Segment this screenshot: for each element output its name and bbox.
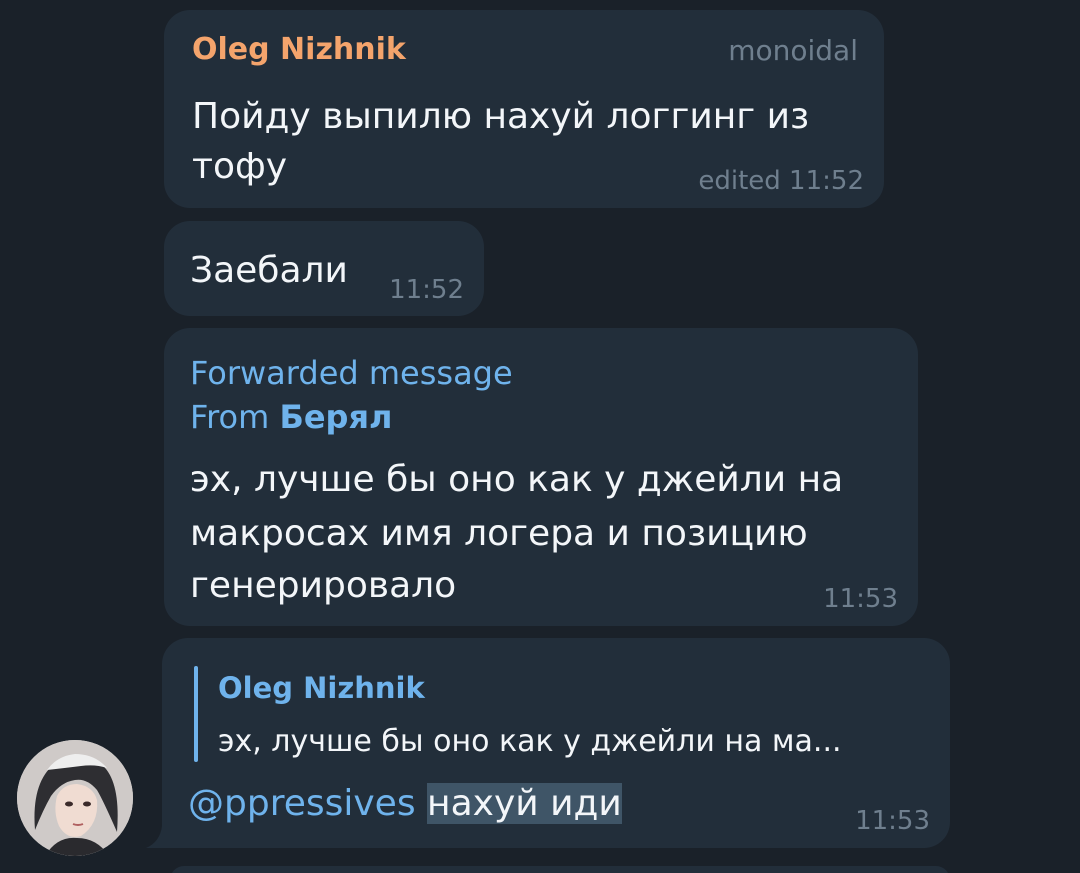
message-text-line: тофу [192, 146, 288, 187]
message-text-line: Пойду выпилю нахуй логгинг из [192, 96, 810, 137]
message-timestamp: edited 11:52 [698, 166, 864, 196]
reply-sender-name[interactable]: Oleg Nizhnik [218, 670, 425, 706]
message-timestamp: 11:53 [823, 584, 898, 614]
message-bubble[interactable]: Заебали 11:52 [164, 221, 484, 316]
next-message-edge [170, 866, 950, 873]
message-text-line: эх, лучше бы оно как у джейли на [190, 459, 844, 500]
user-mention-link[interactable]: @ppressives [188, 783, 416, 824]
message-text: Заебали [190, 250, 348, 291]
reply-indicator-bar [194, 666, 198, 762]
chat-area[interactable]: Oleg Nizhnik monoidal Пойду выпилю нахуй… [0, 0, 1080, 873]
message-text: @ppressives нахуй иди [188, 782, 622, 826]
selected-text: нахуй иди [427, 783, 622, 824]
forwarded-from[interactable]: From Берял [190, 397, 392, 437]
message-bubble[interactable]: Oleg Nizhnik monoidal Пойду выпилю нахуй… [164, 10, 884, 208]
reply-preview[interactable]: эх, лучше бы оно как у джейли на ма... [218, 722, 842, 762]
message-text-line: макросах имя логера и позицию [190, 513, 808, 554]
message-text-line: генерировало [190, 565, 457, 606]
avatar-image [17, 740, 133, 856]
message-bubble[interactable]: Forwarded message From Берял эх, лучше б… [164, 328, 918, 626]
user-avatar[interactable] [17, 740, 133, 856]
forwarded-label: Forwarded message [190, 354, 513, 392]
admin-tag: monoidal [728, 34, 858, 67]
message-timestamp: 11:52 [389, 275, 464, 305]
forwarded-from-name[interactable]: Берял [279, 398, 392, 436]
sender-name[interactable]: Oleg Nizhnik [192, 32, 406, 68]
message-timestamp: 11:53 [855, 806, 930, 836]
bubble-tail [146, 826, 170, 848]
forwarded-from-prefix: From [190, 398, 280, 436]
message-bubble[interactable]: Oleg Nizhnik эх, лучше бы оно как у джей… [162, 638, 950, 848]
